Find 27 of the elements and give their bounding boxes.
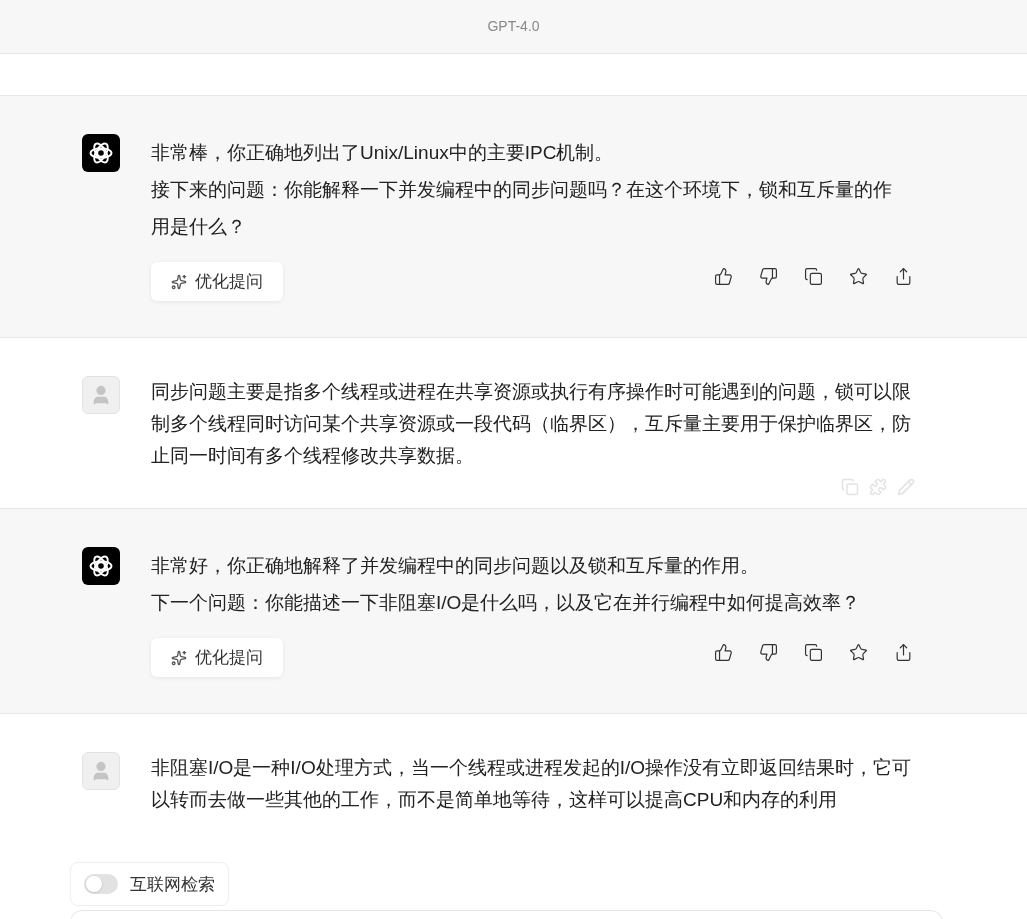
- message-text: 非常好，你正确地解释了并发编程中的同步问题以及锁和互斥量的作用。: [151, 554, 760, 578]
- message-text: 下一个问题：你能描述一下非阻塞I/O是什么吗，以及它在并行编程中如何提高效率？: [151, 591, 862, 615]
- assistant-avatar-icon: [82, 134, 120, 172]
- optimize-prompt-button[interactable]: 优化提问: [151, 638, 283, 677]
- copy-icon[interactable]: [804, 643, 823, 662]
- thumbs-down-icon[interactable]: [759, 267, 778, 286]
- share-icon[interactable]: [894, 267, 913, 286]
- toggle-switch[interactable]: [84, 874, 118, 894]
- star-icon[interactable]: [849, 643, 868, 662]
- user-avatar-icon: [82, 376, 120, 414]
- message-text: 非阻塞I/O是一种I/O处理方式，当一个线程或进程发起的I/O操作没有立即返回结果时，它可以转而去做一些其他的工作，而不是简单地等待，这样可以提高CPU和内存的利用: [151, 756, 912, 812]
- message-text: 接下来的问题：你能解释一下并发编程中的同步问题吗？在这个环境下，锁和互斥量的作用是什么？: [151, 178, 893, 239]
- message-text: 同步问题主要是指多个线程或进程在共享资源或执行有序操作时可能遇到的问题，锁可以限制多个线程同时访问某个共享资源或一段代码（临界区），互斥量主要用于保护临界区，防止同一时间有多个线程修改共享数据。: [151, 380, 912, 468]
- thumbs-up-icon[interactable]: [714, 643, 733, 662]
- star-icon[interactable]: [849, 267, 868, 286]
- share-icon[interactable]: [894, 643, 913, 662]
- sparkle-icon: [171, 273, 187, 290]
- web-search-toggle[interactable]: 互联网检索: [70, 862, 229, 906]
- sparkle-icon: [171, 649, 187, 666]
- thumbs-up-icon[interactable]: [714, 267, 733, 286]
- thumbs-down-icon[interactable]: [759, 643, 778, 662]
- message-text: 非常棒，你正确地列出了Unix/Linux中的主要IPC机制。: [151, 141, 615, 165]
- optimize-prompt-button[interactable]: 优化提问: [151, 262, 283, 301]
- copy-icon[interactable]: [804, 267, 823, 286]
- header-title: GPT-4.0: [487, 17, 540, 36]
- user-avatar-icon: [82, 752, 120, 790]
- assistant-avatar-icon: [82, 547, 120, 585]
